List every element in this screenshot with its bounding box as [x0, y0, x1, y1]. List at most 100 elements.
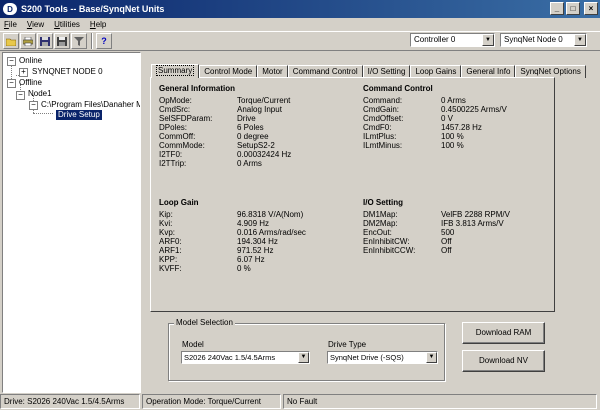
kv-value: Analog Input	[237, 105, 282, 114]
kv-key: DPoles:	[159, 123, 188, 132]
drive-type-select-value: SynqNet Drive (-SQS)	[330, 353, 404, 362]
kv-row: CmdOffset: 0 V	[363, 114, 507, 123]
print-button[interactable]	[20, 33, 36, 49]
kv-key: EnInhibitCCW:	[363, 246, 416, 255]
menu-file-label: ile	[8, 20, 17, 29]
kv-row: EnInhibitCW: Off	[363, 237, 510, 246]
kv-row: CommMode: SetupS2-2	[159, 141, 291, 150]
drive-type-label: Drive Type	[328, 340, 367, 349]
tab-summary-label: Summary	[156, 65, 195, 76]
kv-value: VelFB 2288 RPM/V	[441, 210, 510, 219]
kv-value: Drive	[237, 114, 256, 123]
kv-value: 0.4500225 Arms/V	[441, 105, 507, 114]
chevron-down-icon[interactable]: ▼	[426, 352, 437, 363]
tree-item-online[interactable]: Online	[19, 56, 42, 66]
kv-key: OpMode:	[159, 96, 192, 105]
tree-collapse-online[interactable]: −	[7, 57, 16, 66]
tree-collapse-path[interactable]: −	[29, 101, 38, 110]
floppy-disk-icon	[40, 36, 50, 46]
minimize-button[interactable]: _	[550, 2, 564, 15]
menu-utilities[interactable]: Utilities	[54, 20, 80, 29]
kv-row: Kvp: 0.016 Arms/rad/sec	[159, 228, 306, 237]
save-button[interactable]	[37, 33, 53, 49]
menu-view[interactable]: View	[27, 20, 44, 29]
kv-value: Off	[441, 246, 452, 255]
open-folder-icon	[6, 38, 16, 46]
kv-key: ILmtMinus:	[363, 141, 403, 150]
summary-tab-panel: General Information OpMode: Torque/Curren…	[150, 77, 555, 312]
kv-value: 0.00032424 Hz	[237, 150, 292, 159]
navigation-tree[interactable]: − Online + SYNQNET NODE 0 − Offline − No…	[2, 52, 141, 393]
kv-row: Kip: 96.8318 V/A(Nom)	[159, 210, 306, 219]
kv-key: EncOut:	[363, 228, 392, 237]
drive-type-select[interactable]: SynqNet Drive (-SQS) ▼	[327, 351, 438, 364]
window-title: S200 Tools -- Base/SynqNet Units	[21, 4, 165, 14]
kv-value: 0.016 Arms/rad/sec	[237, 228, 306, 237]
command-control-section: Command Control Command: 0 Arms CmdGain: 0…	[363, 84, 507, 150]
general-information-heading: General Information	[159, 84, 236, 93]
kv-value: 971.52 Hz	[237, 246, 274, 255]
kv-row: OpMode: Torque/Current	[159, 96, 291, 105]
kv-row: ILmtMinus: 100 %	[363, 141, 507, 150]
close-button[interactable]: ×	[584, 2, 598, 15]
io-setting-section: I/O Setting DM1Map: VelFB 2288 RPM/V DM2M…	[363, 198, 510, 255]
command-control-heading: Command Control	[363, 84, 433, 93]
menu-file[interactable]: File	[4, 20, 17, 29]
save-as-button[interactable]	[54, 33, 70, 49]
kv-row: I2TTrip: 0 Arms	[159, 159, 291, 168]
kv-row: KPP: 6.07 Hz	[159, 255, 306, 264]
tree-collapse-node1[interactable]: −	[16, 91, 25, 100]
download-ram-button[interactable]: Download RAM	[462, 322, 545, 344]
kv-row: ARF0: 194.304 Hz	[159, 237, 306, 246]
chevron-down-icon[interactable]: ▼	[574, 34, 586, 46]
tree-item-drive-setup[interactable]: Drive Setup	[56, 110, 102, 120]
kv-key: CmdOffset:	[363, 114, 404, 123]
kv-row: ARF1: 971.52 Hz	[159, 246, 306, 255]
tree-expand-synqnet-node[interactable]: +	[19, 68, 28, 77]
kv-row: DM2Map: IFB 3.813 Arms/V	[363, 219, 510, 228]
kv-key: SelSFDParam:	[159, 114, 213, 123]
tree-item-path[interactable]: C:\Program Files\Danaher M	[41, 100, 140, 110]
tab-summary[interactable]: Summary	[151, 64, 200, 78]
chevron-down-icon[interactable]: ▼	[298, 352, 309, 363]
tree-item-node1[interactable]: Node1	[28, 89, 52, 99]
help-button[interactable]: ?	[96, 33, 112, 49]
menu-view-label: iew	[32, 20, 45, 29]
kv-value: 500	[441, 228, 455, 237]
filter-button[interactable]	[71, 33, 87, 49]
model-select-value: S2026 240Vac 1.5/4.5Arms	[184, 353, 276, 362]
controller-select[interactable]: Controller 0 ▼	[410, 33, 495, 47]
kv-key: CmdSrc:	[159, 105, 191, 114]
tree-collapse-offline[interactable]: −	[7, 79, 16, 88]
kv-value: Torque/Current	[237, 96, 291, 105]
kv-row: ILmtPlus: 100 %	[363, 132, 507, 141]
kv-key: ARF0:	[159, 237, 182, 246]
download-nv-button[interactable]: Download NV	[462, 350, 545, 372]
node-select[interactable]: SynqNet Node 0 ▼	[500, 33, 587, 47]
kv-value: 0 %	[237, 264, 251, 273]
kv-key: I2TTrip:	[159, 159, 187, 168]
open-folder-button[interactable]	[3, 33, 19, 49]
kv-row: CmdF0: 1457.28 Hz	[363, 123, 507, 132]
kv-key: CmdF0:	[363, 123, 392, 132]
model-select[interactable]: S2026 240Vac 1.5/4.5Arms ▼	[181, 351, 310, 364]
kv-key: CmdGain:	[363, 105, 400, 114]
kv-key: KPP:	[159, 255, 178, 264]
menu-help[interactable]: Help	[90, 20, 106, 29]
maximize-button[interactable]: □	[566, 2, 580, 15]
toolbar-separator	[91, 33, 93, 49]
kv-value: 0 V	[441, 114, 454, 123]
kv-key: ARF1:	[159, 246, 182, 255]
kv-key: CommMode:	[159, 141, 205, 150]
kv-value: 0 Arms	[237, 159, 262, 168]
kv-key: Kip:	[159, 210, 173, 219]
tree-item-synqnet-node[interactable]: SYNQNET NODE 0	[32, 67, 103, 77]
window-controls: _ □ ×	[550, 2, 598, 15]
chevron-down-icon[interactable]: ▼	[482, 34, 494, 46]
kv-value: 100 %	[441, 132, 464, 141]
tree-item-offline[interactable]: Offline	[19, 78, 42, 88]
menu-help-label: elp	[95, 20, 107, 29]
kv-value: 0 Arms	[441, 96, 466, 105]
kv-row: KVFF: 0 %	[159, 264, 306, 273]
kv-key: DM1Map:	[363, 210, 398, 219]
